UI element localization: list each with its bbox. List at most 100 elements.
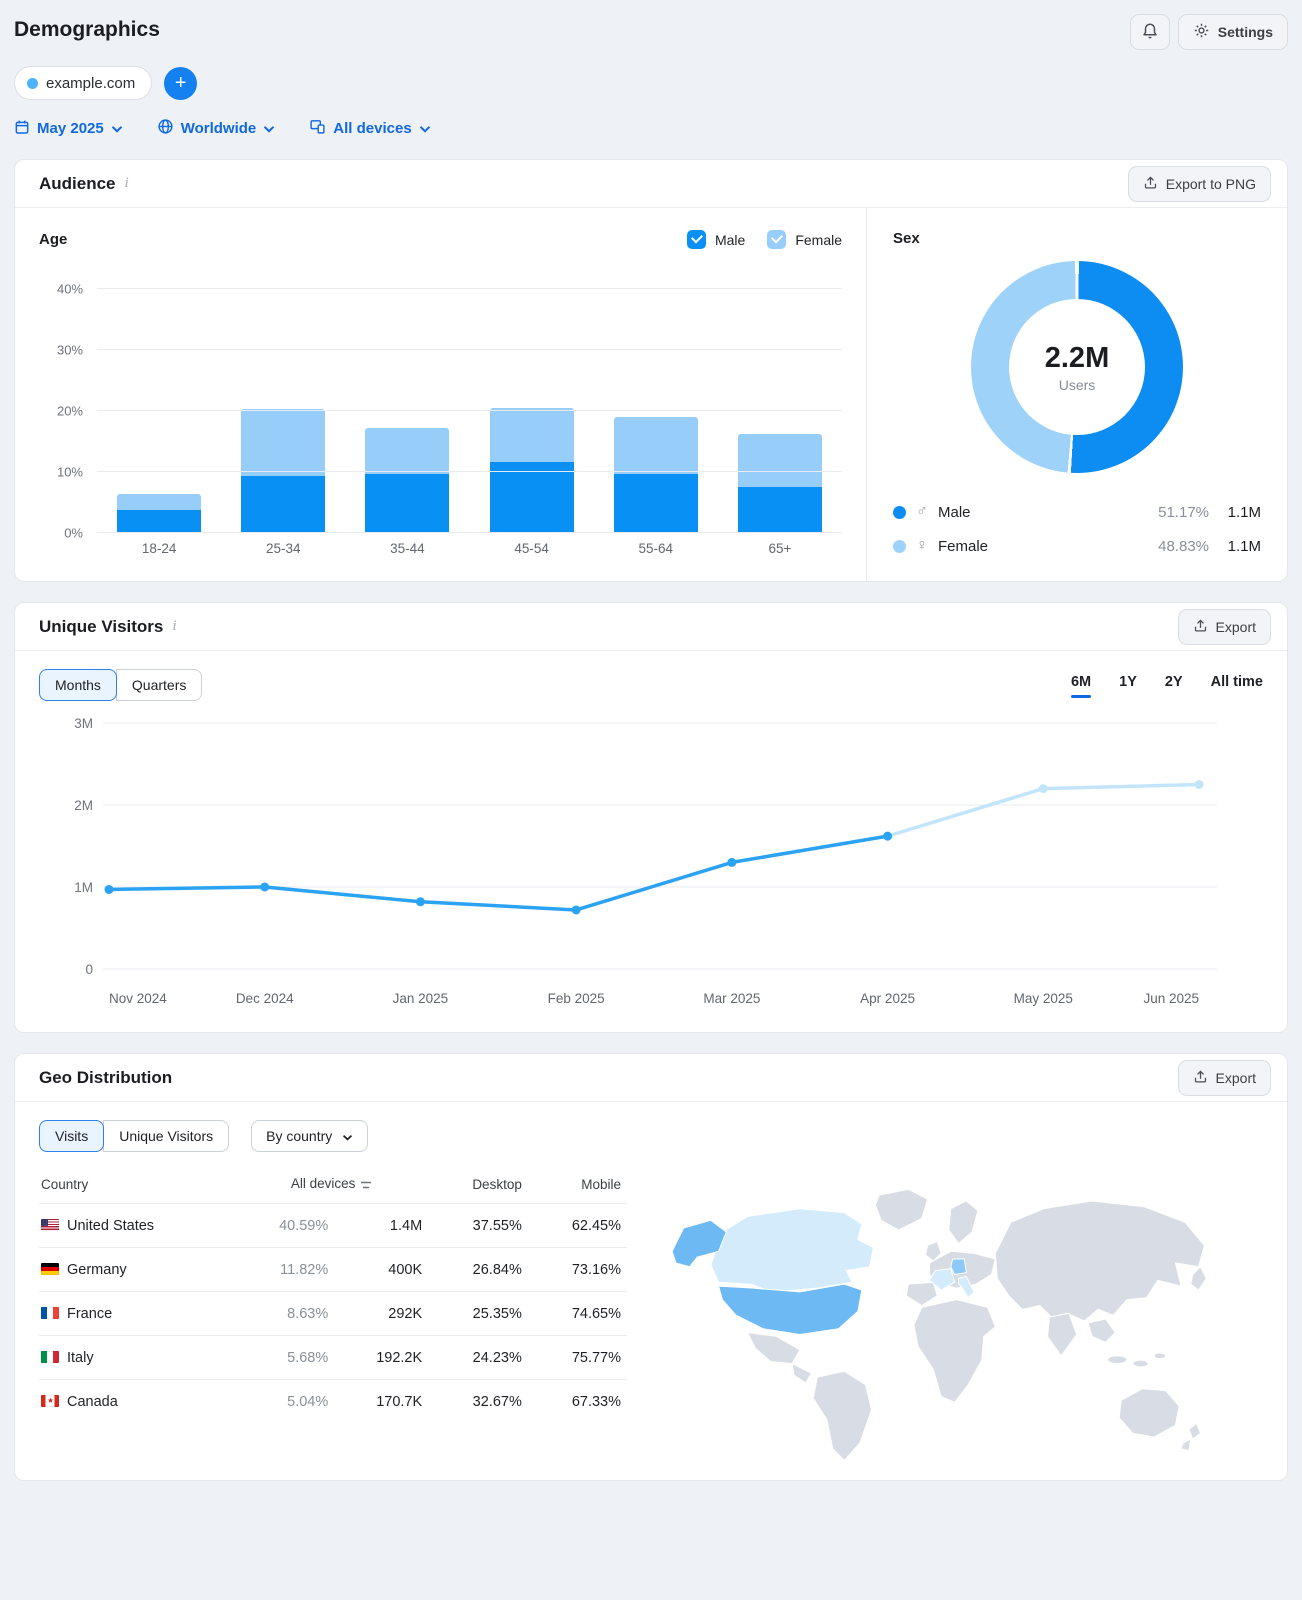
visits-toggle-button[interactable]: Visits (39, 1120, 105, 1152)
map-usa (718, 1283, 863, 1335)
age-y-tick: 10% (56, 464, 83, 480)
svg-text:1M: 1M (74, 880, 93, 895)
map-canada (710, 1208, 874, 1293)
all-devices-visits: 292K (334, 1291, 429, 1336)
export-visitors-button[interactable]: Export (1177, 608, 1271, 645)
table-row: Canada 5.04% 170.7K 32.67% 67.33% (39, 1379, 627, 1424)
range-tab-all-time[interactable]: All time (1211, 674, 1263, 696)
range-tab-1y[interactable]: 1Y (1119, 674, 1137, 696)
svg-text:Dec 2024: Dec 2024 (236, 991, 294, 1006)
age-bar-45-54 (470, 263, 594, 533)
age-x-axis: 18-24 25-34 35-44 45-54 55-64 65+ (97, 541, 842, 556)
col-header-country: Country (41, 1177, 89, 1192)
notifications-button[interactable] (1129, 14, 1170, 50)
table-row: United States 40.59% 1.4M 37.55% 62.45% (39, 1203, 627, 1248)
audience-title: Audience (39, 173, 116, 193)
by-country-dropdown[interactable]: By country (251, 1120, 369, 1152)
region-filter[interactable]: Worldwide (157, 118, 276, 139)
ca-flag-icon (41, 1394, 59, 1407)
svg-text:Apr 2025: Apr 2025 (860, 991, 915, 1006)
svg-text:Nov 2024: Nov 2024 (109, 991, 167, 1006)
chevron-down-icon (263, 120, 275, 137)
sex-legend: ♂ Male 51.17% 1.1M ♀ Female 48.83% 1.1M (893, 495, 1261, 563)
export-geo-button[interactable]: Export (1177, 1059, 1271, 1096)
map-greenland (874, 1188, 929, 1231)
svg-text:3M: 3M (74, 716, 93, 731)
male-dot-icon (893, 505, 906, 519)
region-filter-label: Worldwide (180, 120, 257, 137)
female-bar-segment (489, 407, 574, 463)
fr-flag-icon (41, 1306, 59, 1319)
settings-button[interactable]: Settings (1177, 14, 1288, 50)
female-bar-segment (613, 417, 698, 475)
female-value: 1.1M (1227, 537, 1261, 555)
age-bar-18-24 (97, 263, 221, 533)
add-competitor-button[interactable]: + (164, 66, 198, 100)
svg-text:2M: 2M (74, 798, 93, 813)
all-devices-visits: 192.2K (334, 1335, 429, 1380)
female-symbol-icon: ♀ (916, 537, 928, 554)
gear-icon (1193, 22, 1210, 42)
age-x-tick: 65+ (768, 541, 792, 556)
desktop-share: 32.67% (428, 1379, 528, 1424)
all-devices-share: 5.04% (235, 1379, 335, 1424)
chevron-down-icon (342, 1128, 353, 1144)
desktop-share: 24.23% (428, 1335, 528, 1380)
all-devices-share: 11.82% (235, 1247, 335, 1292)
col-header-all-devices[interactable]: All devices (235, 1166, 428, 1204)
filters-row: May 2025 Worldwide All devices (14, 118, 1288, 139)
male-bar-segment (241, 476, 326, 533)
male-checkbox[interactable]: Male (686, 230, 745, 249)
range-tab-6m[interactable]: 6M (1070, 674, 1092, 698)
female-dot-icon (893, 539, 906, 553)
chevron-down-icon (419, 120, 431, 137)
female-bar-segment (241, 409, 326, 477)
unique-visitors-toggle-button[interactable]: Unique Visitors (103, 1120, 230, 1152)
project-domain: example.com (46, 74, 136, 92)
donut-total-users: 2.2M (1044, 341, 1110, 374)
svg-text:0: 0 (85, 962, 93, 977)
female-bar-segment (117, 493, 202, 511)
mobile-share: 62.45% (527, 1203, 627, 1248)
age-y-tick: 20% (56, 403, 83, 419)
svg-text:May 2025: May 2025 (1014, 991, 1073, 1006)
country-name: Germany (67, 1261, 127, 1278)
quarters-toggle-button[interactable]: Quarters (115, 669, 203, 701)
all-devices-share: 40.59% (235, 1203, 335, 1248)
female-bar-segment (365, 428, 450, 475)
age-y-tick: 0% (64, 525, 83, 541)
unique-visitors-title: Unique Visitors (39, 616, 164, 636)
age-chart-title: Age (39, 231, 68, 248)
female-checkbox[interactable]: Female (767, 230, 842, 249)
months-toggle-button[interactable]: Months (39, 669, 117, 701)
all-devices-share: 8.63% (235, 1291, 335, 1336)
mobile-share: 67.33% (527, 1379, 627, 1424)
age-y-axis: 0% 10% 20% 30% 40% (39, 263, 97, 541)
devices-filter[interactable]: All devices (309, 118, 430, 139)
info-icon[interactable]: i (172, 618, 176, 635)
export-icon (1143, 175, 1158, 193)
project-pill[interactable]: example.com (14, 66, 153, 100)
country-name: France (67, 1305, 113, 1322)
export-icon (1193, 618, 1208, 636)
range-tab-2y[interactable]: 2Y (1165, 674, 1183, 696)
age-bar-chart: 0% 10% 20% 30% 40% (39, 263, 842, 541)
female-percent: 48.83% (1158, 537, 1209, 555)
mobile-share: 75.77% (527, 1335, 627, 1380)
it-flag-icon (41, 1350, 59, 1363)
checkbox-checked-icon (686, 230, 706, 249)
geo-distribution-card: Geo Distribution Export Visits Unique Vi… (14, 1053, 1288, 1481)
export-to-png-button[interactable]: Export to PNG (1127, 165, 1271, 202)
sex-chart-title: Sex (893, 230, 920, 247)
date-filter[interactable]: May 2025 (14, 119, 123, 139)
svg-text:Feb 2025: Feb 2025 (548, 991, 605, 1006)
legend-row-female: ♀ Female 48.83% 1.1M (893, 529, 1261, 563)
age-x-tick: 55-64 (638, 541, 674, 556)
globe-icon (157, 118, 174, 139)
date-filter-label: May 2025 (37, 120, 104, 137)
age-y-tick: 40% (56, 281, 83, 297)
info-icon[interactable]: i (125, 175, 129, 192)
mobile-share: 74.65% (527, 1291, 627, 1336)
male-bar-segment (365, 474, 450, 533)
legend-row-male: ♂ Male 51.17% 1.1M (893, 495, 1261, 529)
